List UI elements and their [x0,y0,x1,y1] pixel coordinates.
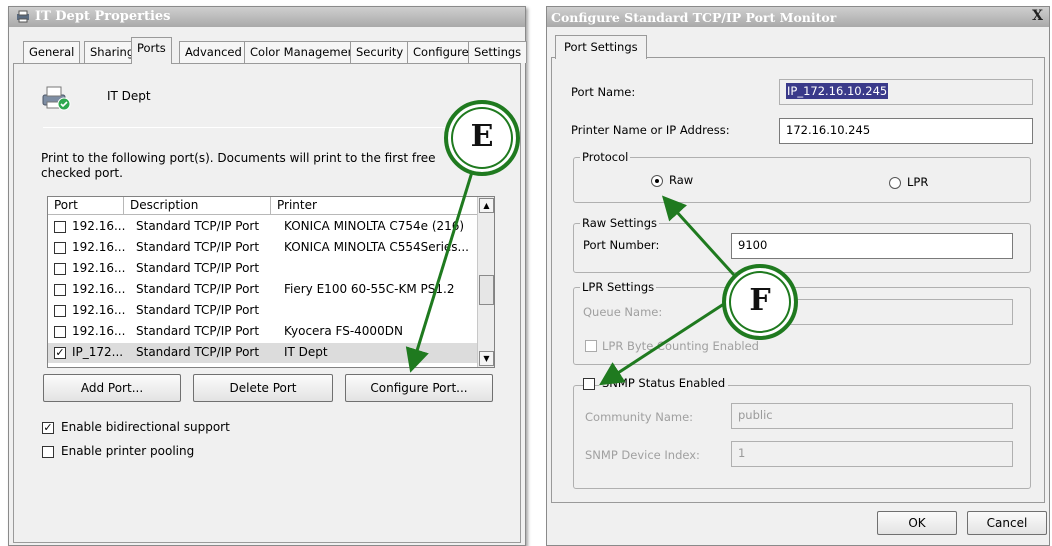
tab-ports[interactable]: Ports [131,37,172,64]
tab-port-settings[interactable]: Port Settings [555,35,647,59]
arrow-e-to-configure-port [405,171,474,373]
callout-e: E [444,100,520,176]
callout-f: F [722,264,798,340]
annotation-arrows [405,171,736,386]
arrow-f-to-snmp [598,298,731,386]
arrow-f-to-raw [661,195,736,277]
